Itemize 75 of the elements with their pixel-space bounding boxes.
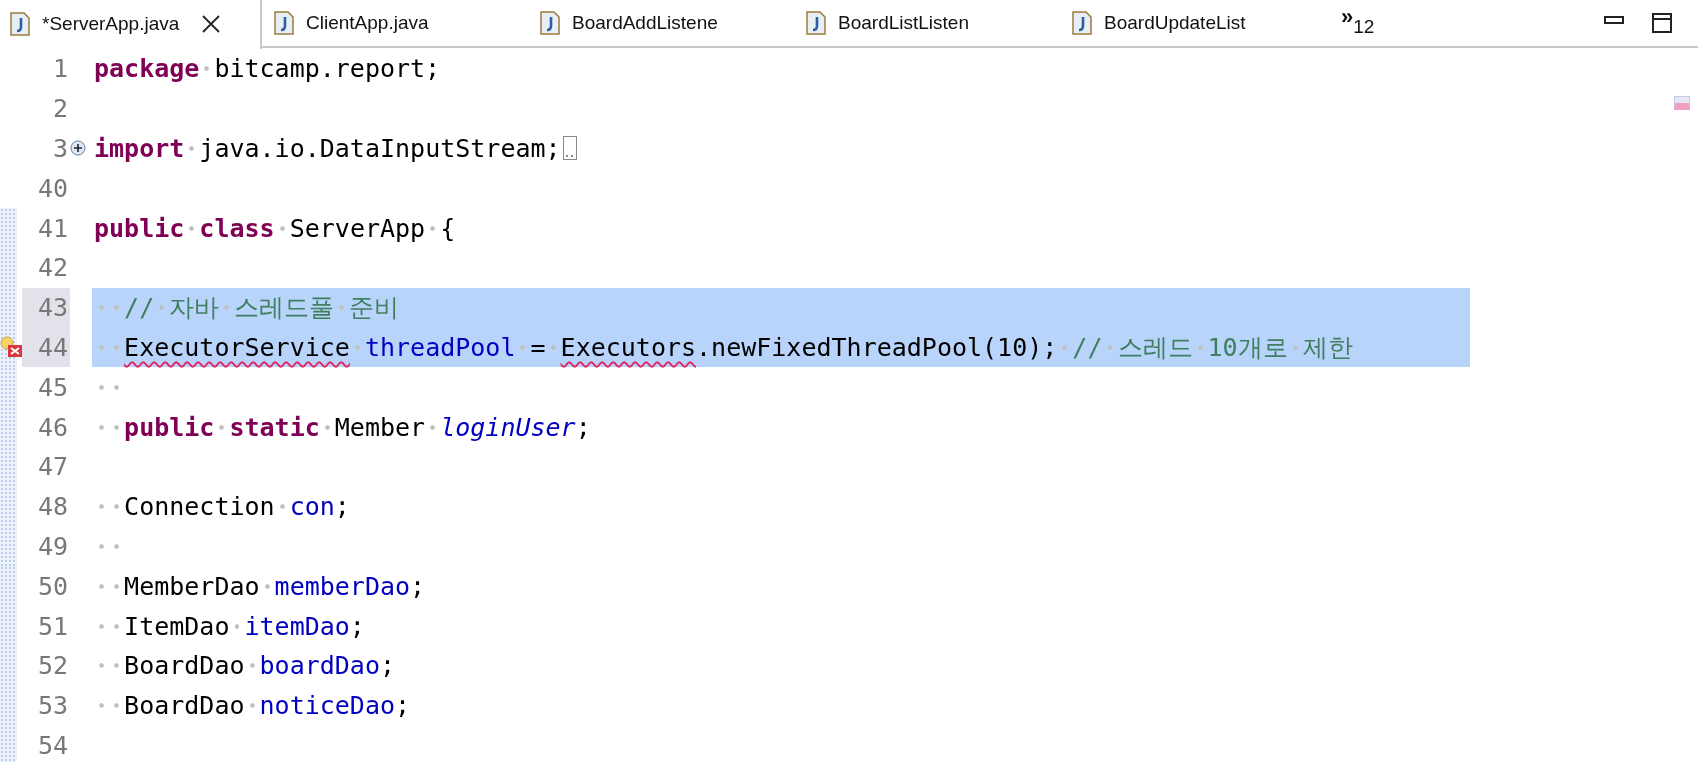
editor-tab[interactable]: BoardUpdateList	[1060, 0, 1326, 47]
code-text: ItemDao	[124, 611, 230, 641]
code-text: java.io.DataInputStream;	[199, 134, 561, 163]
code-comment: 자바	[169, 292, 220, 325]
code-comment: 준비	[349, 292, 400, 325]
code-comment: 스레드풀	[234, 292, 335, 325]
code-text: ;	[410, 571, 426, 601]
code-text: {	[440, 213, 456, 243]
line-number: 43	[22, 287, 70, 328]
line-number: 45	[36, 371, 69, 404]
keyword: public	[124, 412, 215, 442]
java-file-icon	[540, 11, 560, 35]
field-name: boardDao	[259, 651, 380, 681]
code-text: ;	[395, 691, 411, 721]
code-comment: //	[1072, 332, 1103, 362]
editor-tab[interactable]: *ServerApp.java	[0, 0, 262, 49]
error-code-text: ExecutorService	[124, 332, 350, 362]
line-number: 47	[36, 451, 69, 484]
code-text: BoardDao	[124, 651, 245, 681]
code-text: ;	[334, 492, 350, 522]
keyword: static	[229, 412, 320, 442]
editor-tab[interactable]: BoardAddListene	[528, 0, 794, 47]
line-number: 48	[36, 491, 69, 524]
line-number: 49	[36, 530, 69, 563]
java-file-icon	[10, 12, 30, 36]
maximize-icon[interactable]	[1650, 11, 1674, 35]
line-number: 53	[36, 690, 69, 723]
close-icon[interactable]	[201, 14, 222, 34]
editor-tab[interactable]: BoardListListen	[794, 0, 1060, 47]
keyword: import	[94, 134, 185, 163]
code-text: Connection	[124, 492, 275, 522]
expand-icon[interactable]	[70, 140, 86, 157]
code-text: Member	[334, 412, 426, 442]
code-comment: 10개로	[1207, 331, 1288, 364]
quick-fix-error-icon[interactable]	[0, 335, 24, 358]
folded-code-marker[interactable]	[562, 136, 577, 161]
line-number: 1	[51, 53, 69, 86]
code-comment: 제한	[1302, 331, 1353, 364]
code-text: BoardDao	[124, 691, 245, 721]
code-text: =	[530, 332, 546, 362]
line-number: 42	[36, 252, 69, 285]
line-number: 41	[36, 212, 69, 245]
java-file-icon	[806, 11, 826, 35]
line-number: 50	[36, 570, 69, 603]
line-number: 40	[36, 172, 69, 205]
code-comment: //	[124, 293, 155, 323]
field-name: noticeDao	[259, 691, 396, 721]
error-marker[interactable]	[1674, 96, 1690, 110]
line-number: 2	[51, 93, 69, 126]
code-text: MemberDao	[124, 571, 260, 601]
error-code-text: Executors	[560, 332, 697, 362]
field-name: memberDao	[274, 571, 411, 601]
line-number: 46	[36, 411, 69, 444]
line-number: 54	[36, 729, 69, 762]
line-number: 3	[51, 133, 69, 165]
field-name: itemDao	[244, 611, 350, 641]
keyword: class	[199, 213, 275, 243]
editor-tab[interactable]: ClientApp.java	[262, 0, 528, 47]
static-field-name: loginUser	[440, 412, 576, 442]
code-comment: 스레드	[1117, 331, 1193, 364]
field-name: threadPool	[364, 332, 516, 362]
code-text: bitcamp.report;	[214, 54, 441, 84]
line-number: 51	[36, 610, 69, 643]
code-text: ;	[349, 611, 365, 641]
keyword: package	[94, 54, 200, 84]
code-text: ;	[575, 412, 591, 442]
line-number: 52	[36, 650, 69, 683]
code-text: ;	[380, 651, 396, 681]
code-text: ServerApp	[289, 213, 426, 243]
line-number: 44	[22, 327, 70, 368]
code-text: .newFixedThreadPool(10);	[696, 332, 1058, 362]
field-name: con	[289, 492, 335, 522]
java-file-icon	[274, 11, 294, 35]
java-file-icon	[1072, 11, 1092, 35]
keyword: public	[94, 213, 185, 243]
